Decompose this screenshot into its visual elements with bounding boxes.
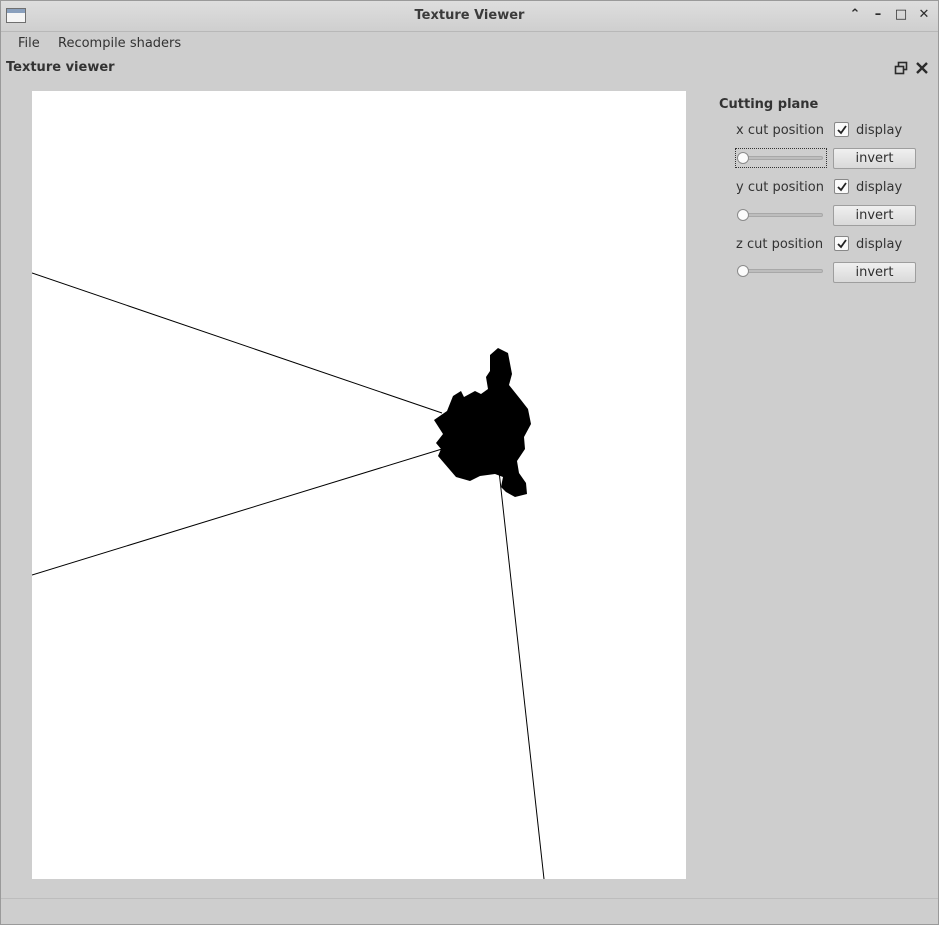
z-slider-track bbox=[739, 269, 823, 273]
x-slider-handle[interactable] bbox=[737, 152, 749, 164]
x-display-checkbox[interactable] bbox=[834, 122, 849, 137]
minimize-icon[interactable]: – bbox=[870, 7, 886, 23]
y-slider-track bbox=[739, 213, 823, 217]
z-display-checkbox[interactable] bbox=[834, 236, 849, 251]
axis-line-upper bbox=[32, 272, 443, 414]
x-cut-slider[interactable] bbox=[735, 148, 827, 168]
menu-bar: File Recompile shaders bbox=[1, 32, 938, 56]
texture-viewport[interactable] bbox=[32, 91, 686, 879]
float-icon[interactable] bbox=[893, 61, 909, 77]
axis-line-lower bbox=[32, 448, 443, 576]
main-window: Texture Viewer ⌃ – □ ✕ File Recompile sh… bbox=[0, 0, 939, 925]
x-display-label[interactable]: display bbox=[856, 123, 902, 138]
viewport-scene bbox=[32, 272, 545, 879]
z-invert-button[interactable]: invert bbox=[833, 262, 916, 283]
y-invert-button[interactable]: invert bbox=[833, 205, 916, 226]
z-display-label[interactable]: display bbox=[856, 237, 902, 252]
menu-file[interactable]: File bbox=[18, 36, 40, 51]
x-cut-label: x cut position bbox=[736, 123, 824, 138]
y-slider-handle[interactable] bbox=[737, 209, 749, 221]
y-display-label[interactable]: display bbox=[856, 180, 902, 195]
status-bar bbox=[1, 898, 938, 925]
y-display-checkbox[interactable] bbox=[834, 179, 849, 194]
dock-close-icon[interactable] bbox=[914, 61, 930, 77]
z-cut-label: z cut position bbox=[736, 237, 824, 252]
x-slider-track bbox=[739, 156, 823, 160]
x-invert-button[interactable]: invert bbox=[833, 148, 916, 169]
cutting-plane-title: Cutting plane bbox=[719, 97, 819, 112]
menu-recompile-shaders[interactable]: Recompile shaders bbox=[58, 36, 181, 51]
z-cut-slider[interactable] bbox=[737, 263, 825, 279]
y-cut-slider[interactable] bbox=[737, 207, 825, 223]
z-slider-handle[interactable] bbox=[737, 265, 749, 277]
dock-title: Texture viewer bbox=[6, 60, 115, 75]
object-silhouette bbox=[434, 348, 531, 497]
axis-line-vertical bbox=[498, 470, 545, 879]
close-window-icon[interactable]: ✕ bbox=[916, 7, 932, 23]
window-title: Texture Viewer bbox=[414, 8, 525, 23]
y-cut-label: y cut position bbox=[736, 180, 824, 195]
maximize-icon[interactable]: □ bbox=[893, 7, 909, 23]
title-bar[interactable]: Texture Viewer ⌃ – □ ✕ bbox=[1, 1, 938, 32]
shade-icon[interactable]: ⌃ bbox=[847, 7, 863, 23]
